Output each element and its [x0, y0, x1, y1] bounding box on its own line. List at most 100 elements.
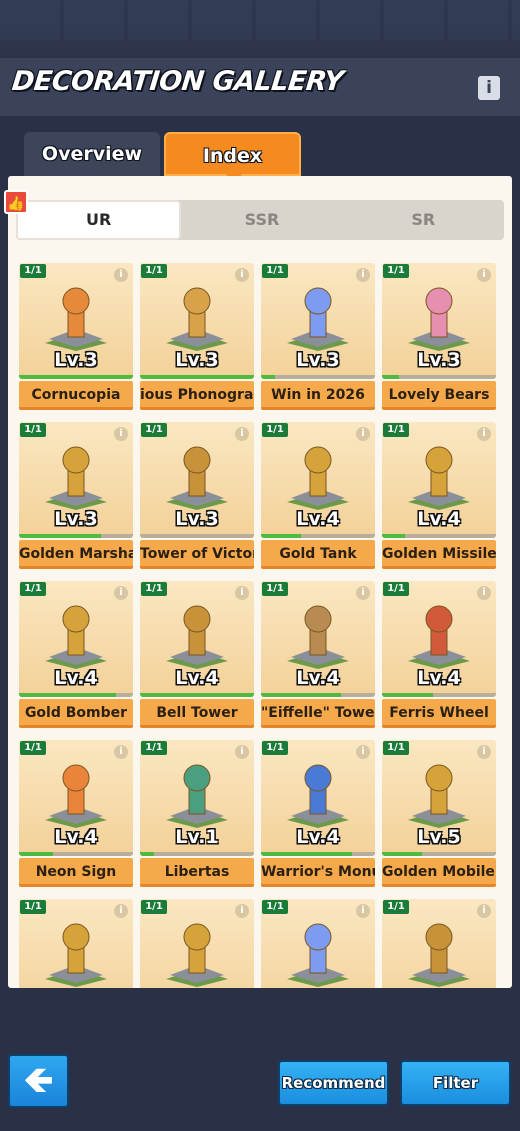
decoration-image: 1/1 i Lv.3 — [382, 263, 496, 379]
owned-count-badge: 1/1 — [141, 900, 167, 914]
decoration-icon — [41, 917, 111, 987]
card-info-icon[interactable]: i — [235, 268, 249, 282]
decoration-icon — [162, 917, 232, 987]
card-info-icon[interactable]: i — [235, 904, 249, 918]
decoration-card[interactable]: 1/1 i Lv.3 ious Phonograph — [140, 263, 254, 411]
decoration-name: Cornucopia — [19, 381, 133, 410]
card-info-icon[interactable]: i — [477, 745, 491, 759]
info-icon[interactable]: i — [478, 76, 500, 100]
decoration-level: Lv.4 — [296, 508, 340, 530]
decoration-level: Lv.4 — [175, 667, 219, 689]
decoration-card[interactable]: 1/1 i — [19, 899, 133, 988]
decoration-image: 1/1 i Lv.4 — [19, 581, 133, 697]
card-info-icon[interactable]: i — [114, 904, 128, 918]
decoration-card[interactable]: 1/1 i Lv.4 "Eiffelle" Tower — [261, 581, 375, 729]
decoration-card[interactable]: 1/1 i Lv.3 Lovely Bears — [382, 263, 496, 411]
owned-count-badge: 1/1 — [141, 264, 167, 278]
decoration-name: "Eiffelle" Tower — [261, 699, 375, 728]
decoration-card[interactable]: 1/1 i Lv.3 Cornucopia — [19, 263, 133, 411]
rarity-tab-ur[interactable]: UR — [16, 200, 182, 240]
decoration-card[interactable]: 1/1 i Lv.4 Neon Sign — [19, 740, 133, 888]
decoration-card[interactable]: 1/1 i — [382, 899, 496, 988]
background-tiles — [0, 0, 520, 40]
owned-count-badge: 1/1 — [20, 264, 46, 278]
tab-overview[interactable]: Overview — [24, 132, 160, 176]
decoration-card[interactable]: 1/1 i Lv.4 Warrior's Monum — [261, 740, 375, 888]
decoration-name: Golden Missile V — [382, 540, 496, 569]
owned-count-badge: 1/1 — [262, 582, 288, 596]
card-info-icon[interactable]: i — [477, 904, 491, 918]
decoration-icon — [41, 599, 111, 669]
level-progress-bar — [261, 534, 375, 538]
card-info-icon[interactable]: i — [235, 586, 249, 600]
level-progress-bar — [382, 693, 496, 697]
card-info-icon[interactable]: i — [235, 427, 249, 441]
rarity-tab-ssr[interactable]: SSR — [181, 200, 342, 240]
decoration-level: Lv.4 — [296, 826, 340, 848]
owned-count-badge: 1/1 — [383, 423, 409, 437]
decoration-image: 1/1 i Lv.3 — [261, 263, 375, 379]
decoration-level: Lv.4 — [54, 826, 98, 848]
decoration-name: Gold Bomber — [19, 699, 133, 728]
card-info-icon[interactable]: i — [477, 268, 491, 282]
card-info-icon[interactable]: i — [356, 745, 370, 759]
owned-count-badge: 1/1 — [20, 900, 46, 914]
rarity-tabs: UR SSR SR — [16, 200, 504, 240]
decoration-card[interactable]: 1/1 i Lv.3 Win in 2026 — [261, 263, 375, 411]
decoration-image: 1/1 i Lv.4 — [19, 740, 133, 856]
decoration-name: Ferris Wheel — [382, 699, 496, 728]
card-info-icon[interactable]: i — [356, 268, 370, 282]
decoration-card[interactable]: 1/1 i — [261, 899, 375, 988]
owned-count-badge: 1/1 — [383, 582, 409, 596]
decoration-icon — [283, 599, 353, 669]
level-progress-bar — [140, 693, 254, 697]
decoration-image: 1/1 i — [261, 899, 375, 988]
decoration-card[interactable]: 1/1 i Lv.4 Gold Tank — [261, 422, 375, 570]
decoration-name: Warrior's Monum — [261, 858, 375, 887]
level-progress-bar — [261, 375, 375, 379]
decoration-icon — [404, 758, 474, 828]
tab-index[interactable]: Index — [164, 132, 301, 183]
owned-count-badge: 1/1 — [20, 423, 46, 437]
decoration-card[interactable]: 1/1 i Lv.4 Golden Missile V — [382, 422, 496, 570]
card-info-icon[interactable]: i — [477, 586, 491, 600]
decoration-card[interactable]: 1/1 i — [140, 899, 254, 988]
decoration-card[interactable]: 1/1 i Lv.4 Gold Bomber — [19, 581, 133, 729]
back-button[interactable]: 🡸 — [8, 1054, 69, 1108]
owned-count-badge: 1/1 — [262, 264, 288, 278]
decoration-icon — [404, 440, 474, 510]
card-info-icon[interactable]: i — [114, 586, 128, 600]
decoration-level: Lv.4 — [296, 667, 340, 689]
rarity-tab-sr[interactable]: SR — [343, 200, 504, 240]
card-info-icon[interactable]: i — [235, 745, 249, 759]
decoration-card[interactable]: 1/1 i Lv.4 Bell Tower — [140, 581, 254, 729]
decoration-card[interactable]: 1/1 i Lv.3 Golden Marshal S — [19, 422, 133, 570]
decoration-level: Lv.4 — [54, 667, 98, 689]
recommend-button[interactable]: Recommend — [278, 1060, 389, 1106]
owned-count-badge: 1/1 — [262, 741, 288, 755]
card-info-icon[interactable]: i — [356, 904, 370, 918]
card-info-icon[interactable]: i — [114, 745, 128, 759]
decoration-image: 1/1 i — [382, 899, 496, 988]
card-info-icon[interactable]: i — [114, 427, 128, 441]
decoration-name: ious Phonograph — [140, 381, 254, 410]
filter-button[interactable]: Filter — [400, 1060, 511, 1106]
decoration-icon — [283, 281, 353, 351]
decoration-icon — [283, 440, 353, 510]
level-progress-bar — [19, 534, 133, 538]
level-progress-bar — [382, 375, 496, 379]
thumbs-up-icon[interactable]: 👍 — [4, 190, 28, 214]
decoration-icon — [162, 440, 232, 510]
decoration-card[interactable]: 1/1 i Lv.1 Libertas — [140, 740, 254, 888]
card-info-icon[interactable]: i — [356, 427, 370, 441]
decoration-icon — [162, 281, 232, 351]
decoration-level: Lv.4 — [417, 508, 461, 530]
card-info-icon[interactable]: i — [356, 586, 370, 600]
card-info-icon[interactable]: i — [477, 427, 491, 441]
level-progress-bar — [140, 375, 254, 379]
decoration-card[interactable]: 1/1 i Lv.5 Golden Mobile Sv — [382, 740, 496, 888]
card-info-icon[interactable]: i — [114, 268, 128, 282]
decoration-card[interactable]: 1/1 i Lv.3 Tower of Victory — [140, 422, 254, 570]
decoration-card[interactable]: 1/1 i Lv.4 Ferris Wheel — [382, 581, 496, 729]
decoration-icon — [283, 917, 353, 987]
